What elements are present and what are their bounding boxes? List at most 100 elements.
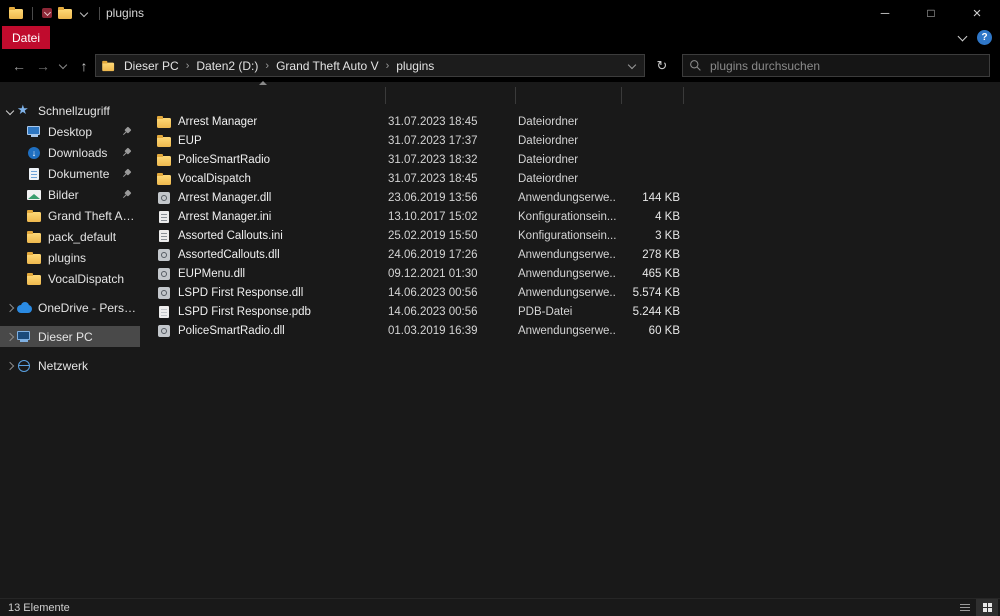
file-type: Anwendungserwe... [518, 325, 616, 337]
ribbon-bar: Datei ? [0, 26, 1000, 49]
file-size: 60 KB [616, 325, 682, 337]
address-bar-row: ← → ↑ Dieser PC Daten2 (D:) Grand Theft … [0, 49, 1000, 82]
pin-icon [120, 188, 133, 201]
address-dropdown-chevron-icon[interactable] [622, 55, 640, 76]
file-row-assorted-callouts-ini[interactable]: Assorted Callouts.ini 25.02.2019 15:50 K… [140, 226, 1000, 245]
file-size: 3 KB [616, 230, 682, 242]
window-folder-icon [8, 6, 26, 20]
large-icons-view-icon [983, 603, 987, 607]
sidebar-item-desktop[interactable]: Desktop [0, 121, 140, 142]
file-row-arrest-manager-dll[interactable]: Arrest Manager.dll 23.06.2019 13:56 Anwe… [140, 188, 1000, 207]
sidebar-item-grand-theft-auto-v[interactable]: Grand Theft Auto V [0, 205, 140, 226]
sidebar-item-pack-default[interactable]: pack_default [0, 226, 140, 247]
column-header-typ[interactable] [516, 87, 622, 104]
file-modified-date: 13.10.2017 15:02 [388, 211, 518, 223]
ribbon-expand-chevron-icon[interactable] [958, 33, 967, 42]
file-name: Arrest Manager.ini [178, 211, 388, 223]
breadcrumb-item[interactable]: plugins [392, 59, 438, 73]
file-type: PDB-Datei [518, 306, 616, 318]
ribbon-tab-datei[interactable]: Datei [2, 26, 50, 49]
sidebar-item-downloads[interactable]: Downloads [0, 142, 140, 163]
qat-properties-icon[interactable] [39, 6, 57, 20]
ribbon-tab-freigeben[interactable] [90, 26, 120, 49]
file-row-arrest-manager[interactable]: Arrest Manager 31.07.2023 18:45 Dateiord… [140, 112, 1000, 131]
sidebar-item-dieser-pc[interactable]: Dieser PC [0, 326, 140, 347]
dll-icon [156, 324, 172, 338]
folder-icon [156, 172, 172, 186]
file-modified-date: 25.02.2019 15:50 [388, 230, 518, 242]
breadcrumb-chevron-icon[interactable] [183, 60, 193, 72]
file-name: EUP [178, 135, 388, 147]
file-modified-date: 01.03.2019 16:39 [388, 325, 518, 337]
sidebar-item-vocaldispatch[interactable]: VocalDispatch [0, 268, 140, 289]
breadcrumb-item[interactable]: Grand Theft Auto V [272, 59, 383, 73]
sidebar-item-bilder[interactable]: Bilder [0, 184, 140, 205]
sidebar-item-schnellzugriff[interactable]: Schnellzugriff [0, 100, 140, 121]
refresh-button[interactable]: ↻ [650, 54, 674, 77]
onedrive-icon [16, 301, 34, 315]
file-row-policesmartradio[interactable]: PoliceSmartRadio 31.07.2023 18:32 Dateio… [140, 150, 1000, 169]
search-input[interactable] [708, 58, 983, 74]
file-row-eup[interactable]: EUP 31.07.2023 17:37 Dateiordner [140, 131, 1000, 150]
address-bar[interactable]: Dieser PC Daten2 (D:) Grand Theft Auto V… [95, 54, 645, 77]
sidebar-item-netzwerk[interactable]: Netzwerk [0, 355, 140, 376]
maximize-button[interactable]: □ [908, 0, 954, 26]
column-header-gr-e[interactable] [622, 87, 684, 104]
file-modified-date: 31.07.2023 18:45 [388, 173, 518, 185]
close-button[interactable]: × [954, 0, 1000, 26]
recent-locations-chevron-icon[interactable] [54, 49, 70, 82]
file-row-lspd-first-response-dll[interactable]: LSPD First Response.dll 14.06.2023 00:56… [140, 283, 1000, 302]
column-header-nderungsdatum[interactable] [386, 87, 516, 104]
details-view-icon [960, 604, 970, 612]
file-row-lspd-first-response-pdb[interactable]: LSPD First Response.pdb 14.06.2023 00:56… [140, 302, 1000, 321]
sidebar-item-plugins[interactable]: plugins [0, 247, 140, 268]
back-button[interactable]: ← [6, 49, 32, 82]
expander-chevron-icon[interactable] [4, 105, 16, 117]
pdb-icon [156, 305, 172, 319]
search-icon [689, 59, 702, 72]
search-box[interactable] [682, 54, 990, 77]
file-type: Dateiordner [518, 116, 616, 128]
folder-icon [156, 115, 172, 129]
breadcrumb-item[interactable]: Daten2 (D:) [192, 59, 262, 73]
file-row-eupmenu-dll[interactable]: EUPMenu.dll 09.12.2021 01:30 Anwendungse… [140, 264, 1000, 283]
ribbon-tab-ansicht[interactable] [120, 26, 150, 49]
downloads-icon [26, 146, 44, 160]
sidebar-item-label: Netzwerk [38, 359, 88, 373]
file-row-arrest-manager-ini[interactable]: Arrest Manager.ini 13.10.2017 15:02 Konf… [140, 207, 1000, 226]
file-row-assortedcallouts-dll[interactable]: AssortedCallouts.dll 24.06.2019 17:26 An… [140, 245, 1000, 264]
window-controls: ─ □ × [862, 0, 1000, 26]
large-icons-view-button[interactable] [976, 599, 998, 616]
expander-chevron-icon[interactable] [4, 331, 16, 343]
breadcrumb-item[interactable]: Dieser PC [120, 59, 183, 73]
network-icon [16, 359, 34, 373]
explorer-window: plugins ─ □ × Datei ? ← → ↑ Dieser PC Da… [0, 0, 1000, 616]
sidebar-item-dokumente[interactable]: Dokumente [0, 163, 140, 184]
qat-new-folder-icon[interactable] [57, 6, 75, 20]
ribbon-tab-start[interactable] [60, 26, 90, 49]
details-view-button[interactable] [954, 599, 976, 616]
file-row-vocaldispatch[interactable]: VocalDispatch 31.07.2023 18:45 Dateiordn… [140, 169, 1000, 188]
file-row-policesmartradio-dll[interactable]: PoliceSmartRadio.dll 01.03.2019 16:39 An… [140, 321, 1000, 340]
column-header-name[interactable] [140, 87, 386, 104]
sidebar-item-label: Bilder [48, 188, 79, 202]
breadcrumb-chevron-icon[interactable] [383, 60, 393, 72]
forward-button[interactable]: → [32, 49, 54, 82]
up-button[interactable]: ↑ [72, 49, 96, 82]
folder-icon [156, 134, 172, 148]
file-type: Anwendungserwe... [518, 249, 616, 261]
breadcrumb-chevron-icon[interactable] [262, 60, 272, 72]
file-name: Assorted Callouts.ini [178, 230, 388, 242]
help-button[interactable]: ? [977, 30, 992, 45]
file-size: 5.574 KB [616, 287, 682, 299]
sidebar-item-label: plugins [48, 251, 86, 265]
file-name: PoliceSmartRadio.dll [178, 325, 388, 337]
sidebar-item-label: VocalDispatch [48, 272, 124, 286]
qat-customize-chevron-icon[interactable] [80, 9, 88, 17]
minimize-button[interactable]: ─ [862, 0, 908, 26]
file-modified-date: 31.07.2023 17:37 [388, 135, 518, 147]
expander-chevron-icon[interactable] [4, 302, 16, 314]
sidebar-item-label: pack_default [48, 230, 116, 244]
sidebar-item-onedrive-personal[interactable]: OneDrive - Personal [0, 297, 140, 318]
expander-chevron-icon[interactable] [4, 360, 16, 372]
